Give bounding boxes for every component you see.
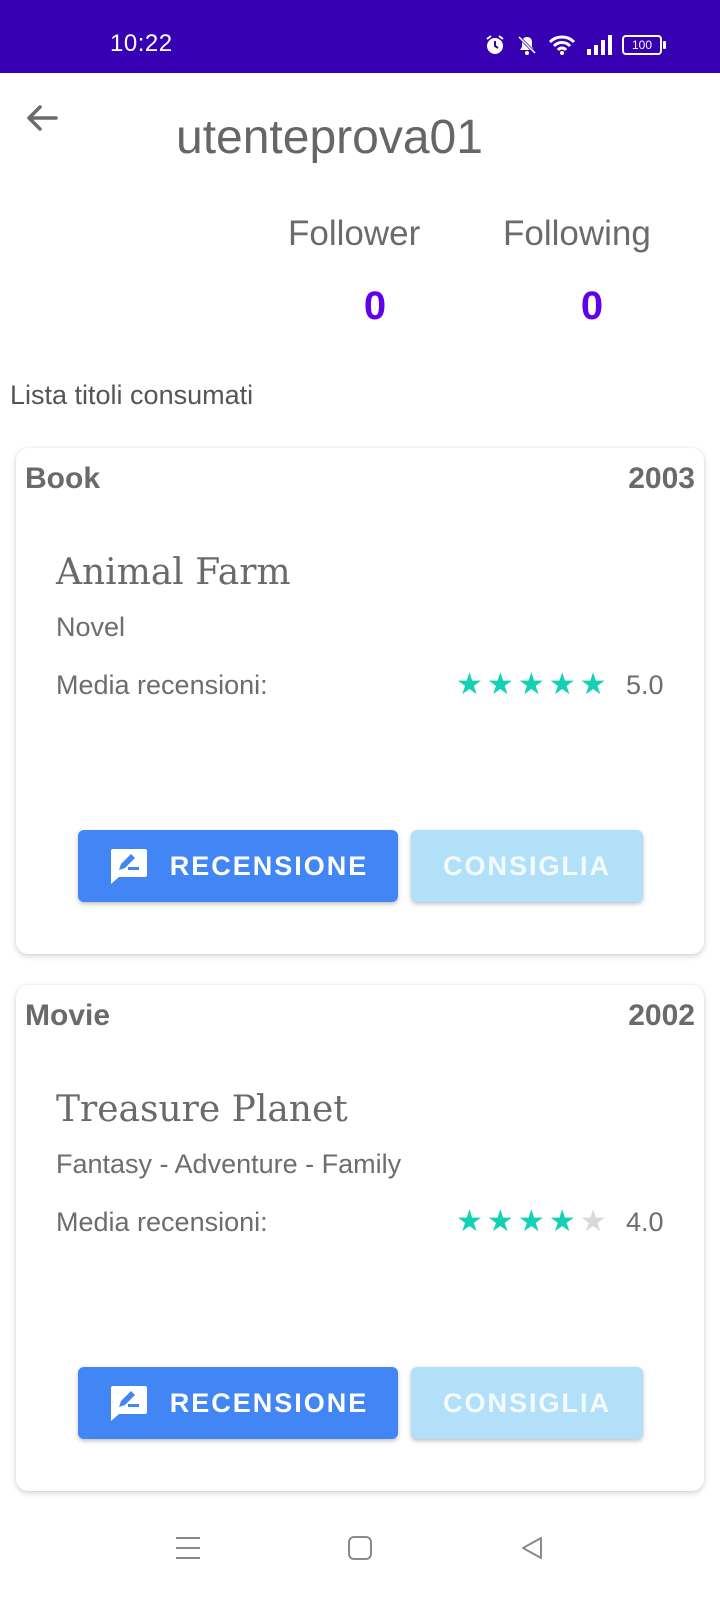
mute-notifications-icon: [516, 34, 538, 56]
status-bar: 10:22 100: [0, 0, 720, 73]
star-icon: ★: [456, 668, 483, 701]
card-title: Treasure Planet: [56, 1089, 348, 1130]
star-icon: ★: [456, 1205, 483, 1238]
card-year: 2002: [628, 999, 695, 1032]
star-icon: ★: [548, 668, 576, 701]
suggest-button-label: CONSIGLIA: [442, 1387, 611, 1418]
card-type: Movie: [25, 999, 111, 1032]
title-card[interactable]: Movie 2002 Treasure Planet Fantasy - Adv…: [16, 985, 704, 1491]
follower-label[interactable]: Follower: [288, 214, 428, 254]
star-icon: ★: [517, 1205, 545, 1238]
nav-home-button[interactable]: [340, 1530, 380, 1570]
nav-back-button[interactable]: [512, 1530, 552, 1570]
menu-icon: [174, 1535, 202, 1566]
wifi-icon: [548, 34, 576, 56]
review-button[interactable]: RECENSIONE: [78, 830, 398, 902]
suggest-button-label: CONSIGLIA: [442, 850, 611, 881]
card-type: Book: [25, 462, 100, 495]
star-icon: ★: [579, 1205, 607, 1238]
rating-stars: ★ ★ ★ ★ ★: [456, 670, 607, 700]
rate-review-icon: [108, 1384, 148, 1422]
battery-level: 100: [622, 35, 662, 55]
card-genre: Fantasy - Adventure - Family: [56, 1149, 402, 1179]
back-icon: [519, 1535, 545, 1566]
star-icon: ★: [548, 1205, 576, 1238]
card-title: Animal Farm: [56, 552, 291, 593]
signal-icon: [586, 35, 612, 55]
title-card[interactable]: Book 2003 Animal Farm Novel Media recens…: [16, 448, 704, 954]
rating-value: 5.0: [626, 670, 664, 700]
system-nav-bar: [0, 1500, 720, 1600]
status-icons: 100: [484, 34, 666, 56]
home-icon: [347, 1535, 373, 1566]
card-genre: Novel: [56, 612, 126, 642]
star-icon: ★: [486, 668, 514, 701]
following-count[interactable]: 0: [572, 284, 612, 329]
following-label[interactable]: Following: [503, 214, 673, 254]
follower-count[interactable]: 0: [355, 284, 395, 329]
rating-label: Media recensioni:: [56, 670, 268, 700]
rating-value: 4.0: [626, 1207, 664, 1237]
battery-icon: 100: [622, 35, 666, 55]
arrow-left-icon: [24, 100, 60, 141]
back-button[interactable]: [18, 96, 66, 144]
rate-review-icon: [108, 847, 148, 885]
review-button-label: RECENSIONE: [169, 850, 369, 881]
star-icon: ★: [579, 668, 607, 701]
status-time: 10:22: [110, 30, 173, 57]
card-year: 2003: [628, 462, 695, 495]
username-title: utenteprova01: [176, 111, 483, 164]
star-icon: ★: [517, 668, 545, 701]
review-button-label: RECENSIONE: [169, 1387, 369, 1418]
star-icon: ★: [486, 1205, 514, 1238]
rating-stars: ★ ★ ★ ★ ★: [456, 1207, 607, 1237]
nav-recent-button[interactable]: [168, 1530, 208, 1570]
rating-label: Media recensioni:: [56, 1207, 268, 1237]
suggest-button[interactable]: CONSIGLIA: [411, 830, 643, 902]
section-title: Lista titoli consumati: [10, 380, 254, 410]
suggest-button[interactable]: CONSIGLIA: [411, 1367, 643, 1439]
alarm-icon: [484, 34, 506, 56]
review-button[interactable]: RECENSIONE: [78, 1367, 398, 1439]
